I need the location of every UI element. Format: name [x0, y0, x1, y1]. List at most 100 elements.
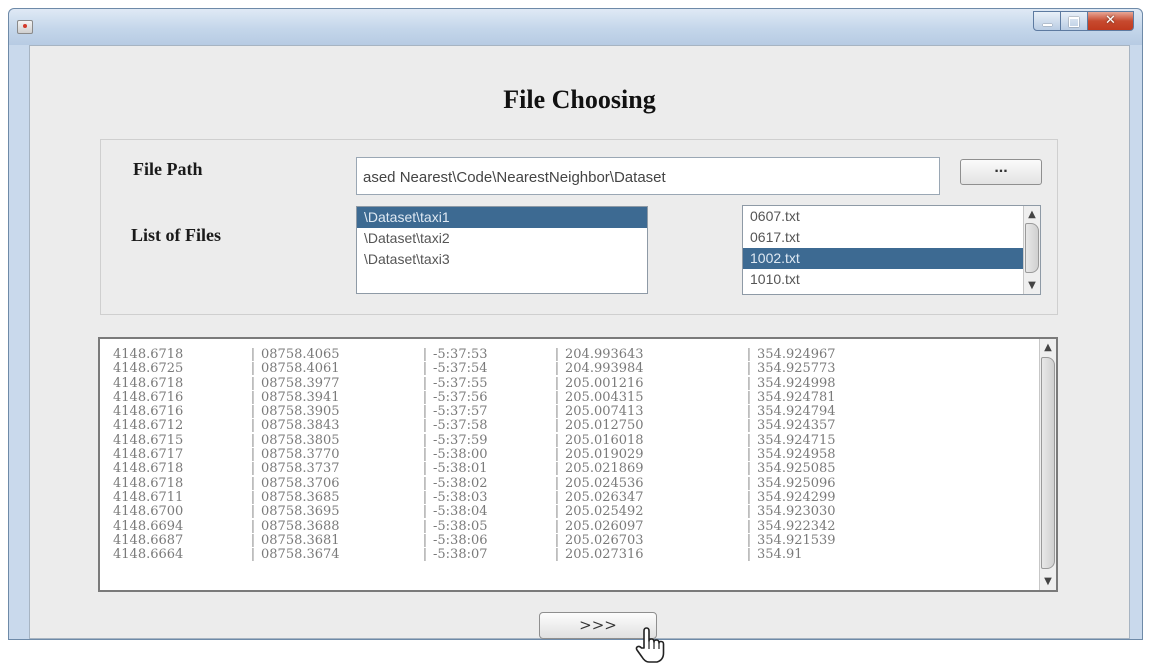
column-separator: | — [746, 475, 752, 491]
client-area: File Choosing File Path ased Nearest\Cod… — [29, 45, 1130, 663]
column-separator: | — [250, 418, 256, 434]
column-separator: | — [746, 404, 752, 420]
file-list-item[interactable]: 0617.txt — [743, 227, 1040, 248]
close-button[interactable] — [1088, 11, 1134, 31]
data-cell: -5:38:04 — [433, 504, 488, 520]
data-cell: -5:38:07 — [433, 547, 488, 563]
column-separator: | — [422, 418, 428, 434]
column-separator: | — [746, 361, 752, 377]
file-list-scrollbar[interactable]: ▲ ▼ — [1023, 206, 1040, 294]
file-list-item[interactable]: 1010.txt — [743, 269, 1040, 290]
column-separator: | — [554, 375, 560, 391]
data-cell: -5:38:03 — [433, 489, 488, 505]
scroll-up-arrow-icon[interactable]: ▲ — [1040, 339, 1056, 356]
column-separator: | — [422, 375, 428, 391]
data-cell: 354.924998 — [757, 375, 836, 391]
column-separator: | — [746, 347, 752, 362]
data-cell: 08758.3674 — [261, 547, 340, 563]
data-cell: 4148.6718 — [113, 461, 184, 477]
column-separator: | — [250, 547, 256, 563]
column-separator: | — [746, 547, 752, 563]
column-separator: | — [746, 432, 752, 448]
column-separator: | — [554, 432, 560, 448]
hand-pointer-icon — [635, 627, 665, 663]
column-separator: | — [422, 361, 428, 377]
column-separator: | — [250, 361, 256, 377]
scroll-down-arrow-icon[interactable]: ▼ — [1024, 277, 1040, 294]
file-path-field[interactable]: ased Nearest\Code\NearestNeighbor\Datase… — [356, 157, 940, 195]
column-separator: | — [422, 504, 428, 520]
column-separator: | — [422, 389, 428, 405]
data-row: 4148.6718 | 08758.3706 | -5:38:02 | 205.024536… — [111, 475, 905, 491]
column-separator: | — [554, 489, 560, 505]
column-separator: | — [422, 447, 428, 463]
column-separator: | — [746, 461, 752, 477]
column-separator: | — [554, 475, 560, 491]
maximize-button[interactable] — [1061, 11, 1088, 31]
column-separator: | — [554, 547, 560, 563]
data-cell: 08758.3941 — [261, 389, 340, 405]
app-window: File Choosing File Path ased Nearest\Cod… — [8, 8, 1143, 663]
data-text-area[interactable]: 4148.6718 | 08758.4065 | -5:37:53 | 204.993643… — [98, 337, 1058, 592]
data-cell: -5:38:01 — [433, 461, 488, 477]
column-separator: | — [746, 518, 752, 534]
data-row: 4148.6718 | 08758.3977 | -5:37:55 | 205.001216… — [111, 375, 905, 391]
column-separator: | — [250, 404, 256, 420]
data-cell: 205.024536 — [565, 475, 644, 491]
data-cell: 354.91 — [757, 547, 803, 563]
data-cell: 4148.6717 — [113, 447, 184, 463]
column-separator: | — [554, 447, 560, 463]
data-cell: 205.026347 — [565, 489, 644, 505]
data-cell: -5:37:59 — [433, 432, 488, 448]
data-cell: 08758.3977 — [261, 375, 340, 391]
data-cell: 4148.6718 — [113, 375, 184, 391]
data-cell: 08758.4061 — [261, 361, 340, 377]
column-separator: | — [250, 518, 256, 534]
column-separator: | — [422, 404, 428, 420]
data-cell: 08758.3770 — [261, 447, 340, 463]
scroll-down-arrow-icon[interactable]: ▼ — [1040, 573, 1056, 590]
data-cell: 4148.6711 — [113, 489, 184, 505]
browse-button[interactable]: ... — [960, 159, 1042, 185]
data-row: 4148.6716 | 08758.3941 | -5:37:56 | 205.004315… — [111, 389, 905, 405]
data-row: 4148.6716 | 08758.3905 | -5:37:57 | 205.007413… — [111, 404, 905, 420]
file-list-item[interactable]: 1002.txt — [743, 248, 1040, 269]
data-cell: -5:38:06 — [433, 532, 488, 548]
column-separator: | — [422, 532, 428, 548]
title-bar[interactable] — [9, 9, 1142, 45]
data-cell: 205.016018 — [565, 432, 644, 448]
scroll-up-arrow-icon[interactable]: ▲ — [1024, 206, 1040, 223]
folder-list-item[interactable]: \Dataset\taxi1 — [357, 207, 647, 228]
data-cell: 4148.6664 — [113, 547, 184, 563]
data-cell: 4148.6716 — [113, 404, 184, 420]
data-cell: -5:38:00 — [433, 447, 488, 463]
data-scrollbar[interactable]: ▲ ▼ — [1039, 339, 1056, 590]
column-separator: | — [746, 532, 752, 548]
file-list[interactable]: 0607.txt 0617.txt 1002.txt 1010.txt ▲ ▼ — [742, 205, 1041, 295]
folder-list-item[interactable]: \Dataset\taxi3 — [357, 249, 647, 270]
column-separator: | — [250, 461, 256, 477]
scroll-thumb[interactable] — [1041, 357, 1055, 569]
column-separator: | — [746, 375, 752, 391]
list-of-files-label: List of Files — [131, 225, 221, 245]
column-separator: | — [250, 375, 256, 391]
data-cell: 08758.3688 — [261, 518, 340, 534]
data-cell: 4148.6715 — [113, 432, 184, 448]
java-app-icon[interactable] — [17, 20, 33, 34]
data-cell: 354.925773 — [757, 361, 836, 377]
data-cell: 354.925085 — [757, 461, 836, 477]
file-list-item[interactable]: 0607.txt — [743, 206, 1040, 227]
data-cell: 08758.3805 — [261, 432, 340, 448]
data-cell: -5:37:55 — [433, 375, 488, 391]
folder-list[interactable]: \Dataset\taxi1 \Dataset\taxi2 \Dataset\tax… — [356, 206, 648, 294]
folder-list-item[interactable]: \Dataset\taxi2 — [357, 228, 647, 249]
minimize-button[interactable] — [1033, 11, 1061, 31]
column-separator: | — [746, 418, 752, 434]
data-cell: 08758.3706 — [261, 475, 340, 491]
scroll-thumb[interactable] — [1025, 223, 1039, 273]
data-cell: -5:38:05 — [433, 518, 488, 534]
data-cell: 354.924781 — [757, 389, 836, 405]
data-cell: 354.922342 — [757, 518, 836, 534]
data-cell: -5:37:53 — [433, 347, 488, 362]
column-separator: | — [250, 504, 256, 520]
